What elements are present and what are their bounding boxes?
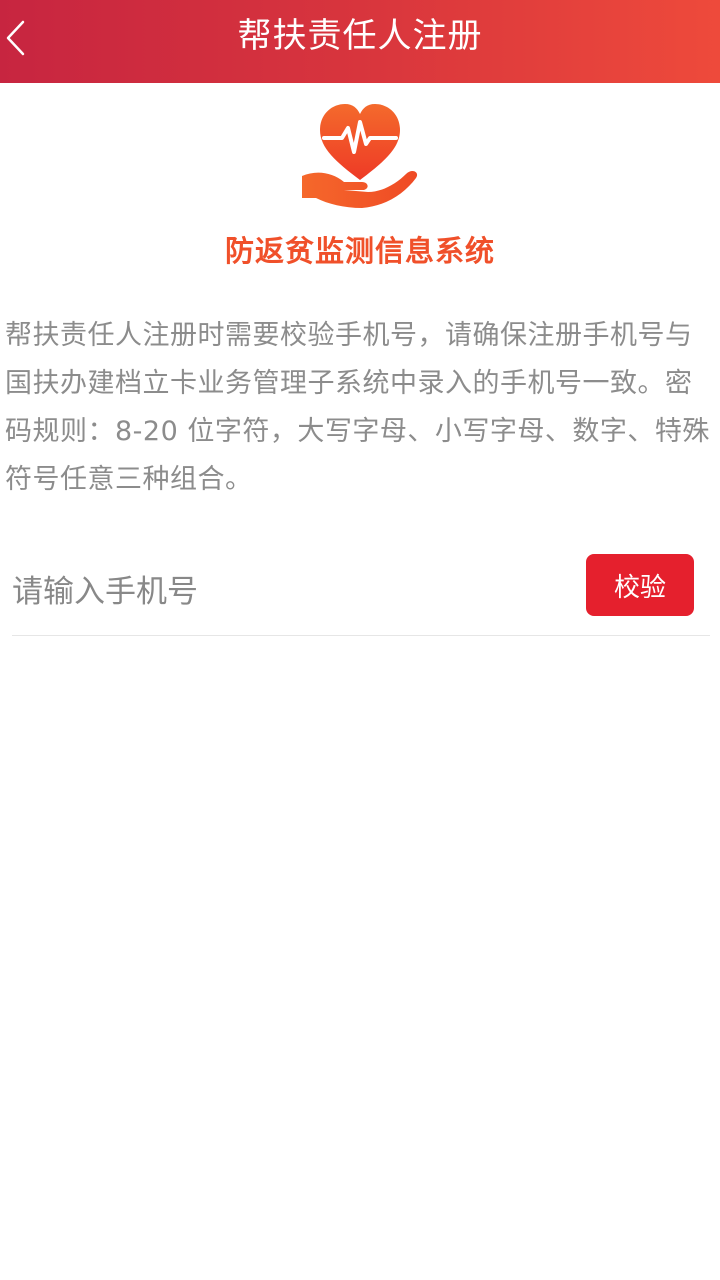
verify-button[interactable]: 校验 [586,554,694,616]
registration-notice: 帮扶责任人注册时需要校验手机号，请确保注册手机号与国扶办建档立卡业务管理子系统中… [5,320,710,495]
heart-in-hand-icon [302,104,418,208]
app-name: 防返贫监测信息系统 [224,234,495,268]
back-button[interactable] [0,0,60,83]
app-header: 帮扶责任人注册 [0,0,720,83]
chevron-left-icon [6,20,25,56]
input-divider [12,635,710,636]
page-title: 帮扶责任人注册 [237,16,483,56]
phone-input[interactable] [12,562,572,622]
